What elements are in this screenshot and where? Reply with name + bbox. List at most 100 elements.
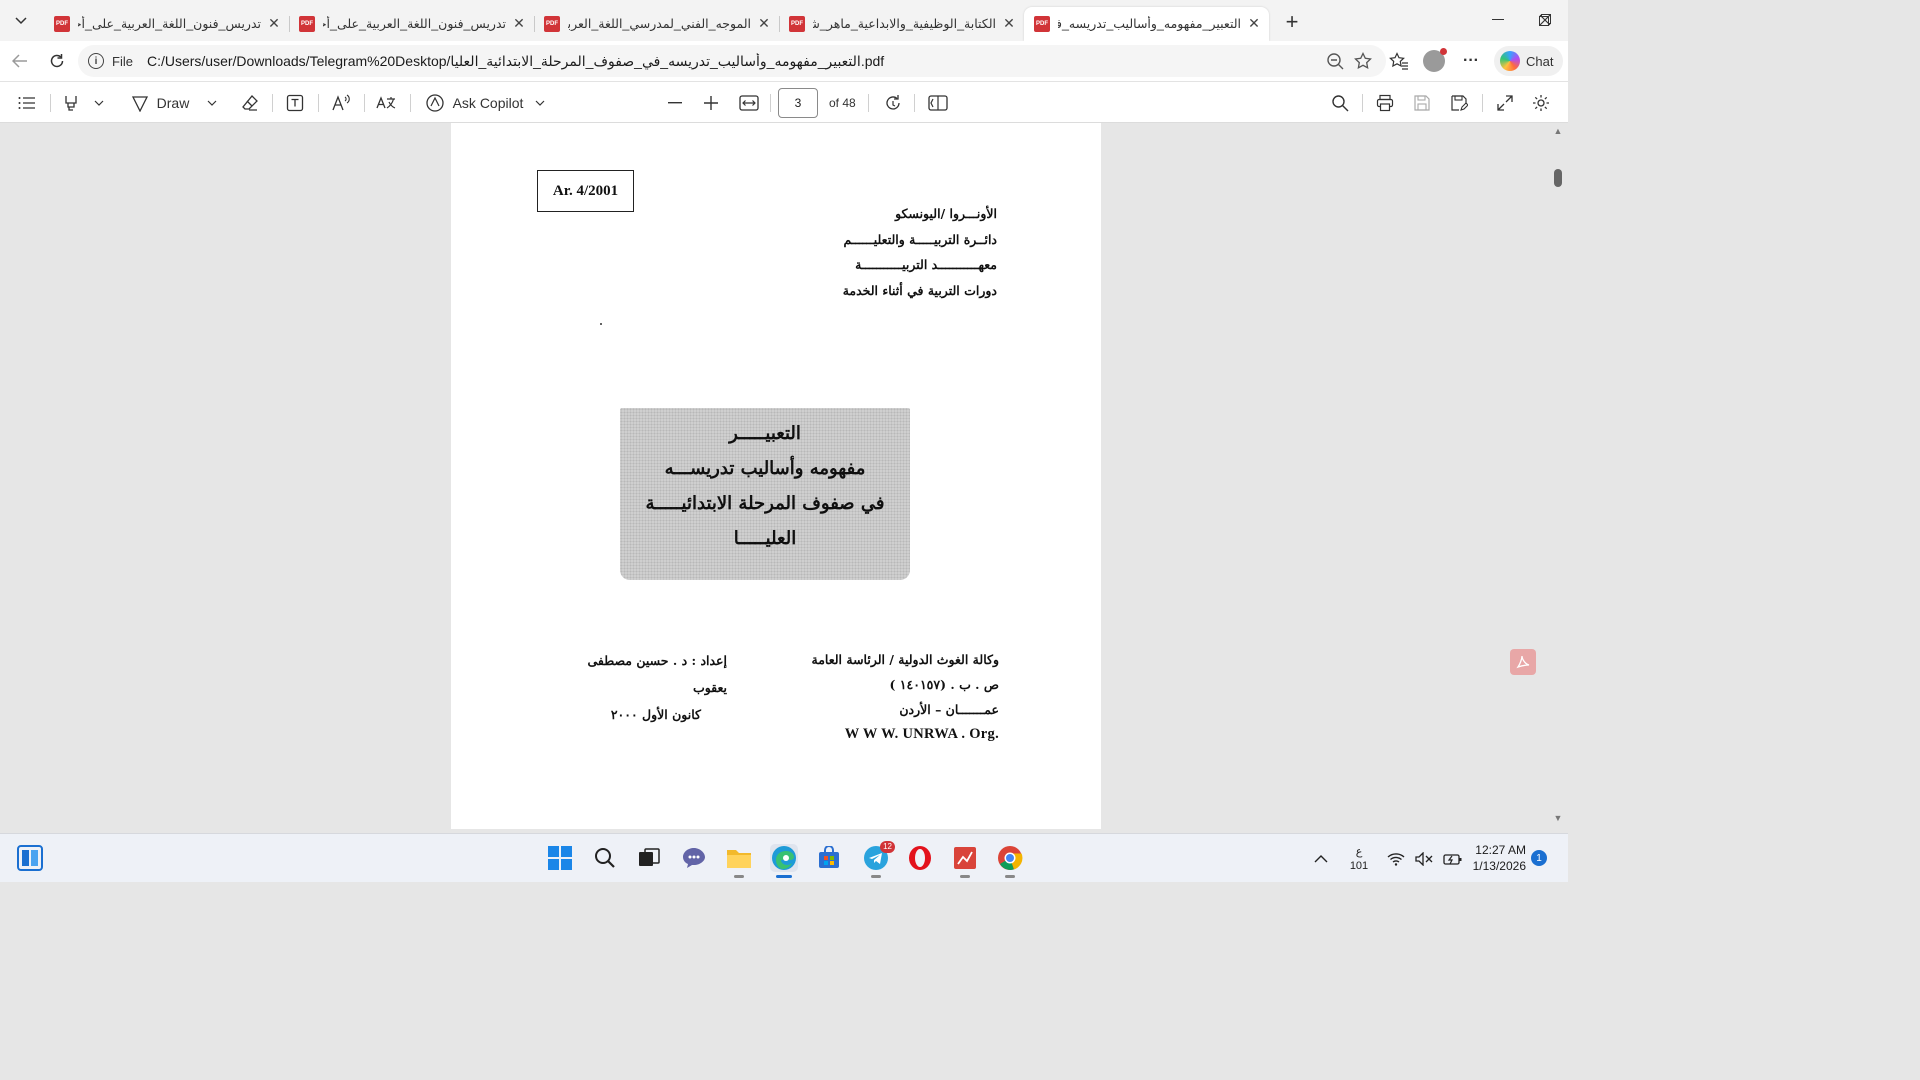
start-button[interactable] bbox=[546, 844, 574, 872]
pdf-viewer[interactable]: Ar. 4/2001 الأونـــروا /اليونسكو دائــرة… bbox=[0, 123, 1568, 833]
list-icon bbox=[18, 97, 35, 109]
fit-to-width-button[interactable] bbox=[736, 88, 762, 118]
pdf-file-icon: PDF bbox=[1034, 15, 1050, 32]
read-aloud-button[interactable] bbox=[328, 88, 354, 118]
search-button[interactable] bbox=[591, 844, 619, 872]
page-view-button[interactable] bbox=[925, 88, 951, 118]
keyboard-language-button[interactable]: ع 101 bbox=[1346, 834, 1372, 883]
agency-line: وكالة الغوث الدولية / الرئاسة العامة bbox=[811, 652, 1000, 667]
chevron-down-icon bbox=[535, 100, 545, 106]
pdf-app-icon bbox=[954, 847, 976, 869]
browser-tab[interactable]: PDF الكتابة_الوظيفية_والابداعية_ماهر_شعب… bbox=[779, 7, 1024, 41]
tab-close-icon[interactable]: ✕ bbox=[1002, 15, 1016, 32]
fit-width-icon bbox=[739, 95, 759, 111]
plus-icon: + bbox=[1285, 8, 1299, 34]
add-text-button[interactable] bbox=[282, 88, 308, 118]
browser-tab-active[interactable]: PDF التعبير_مفهومه_وأساليب_تدريسه_في ✕ bbox=[1024, 6, 1269, 41]
toolbar-divider bbox=[1362, 94, 1363, 112]
draw-label: Draw bbox=[156, 95, 190, 111]
info-icon[interactable]: i bbox=[88, 53, 104, 69]
scan-speck bbox=[600, 323, 602, 325]
teams-chat-button[interactable] bbox=[680, 844, 708, 872]
chevron-down-icon bbox=[15, 16, 27, 24]
fullscreen-button[interactable] bbox=[1492, 88, 1518, 118]
save-as-button[interactable] bbox=[1446, 88, 1472, 118]
agency-line: ص . ب . (١٤٠١٥٧ ) bbox=[889, 677, 999, 692]
notification-count-badge[interactable]: 1 bbox=[1531, 850, 1547, 866]
tab-actions-menu-button[interactable] bbox=[6, 6, 36, 36]
browser-tab[interactable]: PDF تدريس_فنون_اللغة_العربية_على_أحمد ✕ bbox=[289, 7, 534, 41]
zoom-out-icon[interactable] bbox=[1326, 52, 1344, 70]
browser-tab[interactable]: PDF الموجه_الفني_لمدرسي_اللغة_العربية_ة … bbox=[534, 7, 779, 41]
scrollbar-thumb[interactable] bbox=[1554, 169, 1562, 187]
rotate-button[interactable] bbox=[880, 88, 906, 118]
agency-line: عمـــــــان – الأردن bbox=[899, 702, 999, 717]
running-indicator bbox=[734, 875, 744, 878]
refresh-icon bbox=[50, 54, 64, 68]
file-explorer-button[interactable] bbox=[725, 844, 753, 878]
system-tray-status[interactable] bbox=[1387, 834, 1463, 883]
tab-title: تدريس_فنون_اللغة_العربية_على_أحمد bbox=[323, 17, 506, 31]
save-button[interactable] bbox=[1409, 88, 1435, 118]
find-button[interactable] bbox=[1327, 88, 1353, 118]
toolbar-divider bbox=[364, 94, 365, 112]
url-text[interactable]: C:/Users/user/Downloads/Telegram%20Deskt… bbox=[147, 53, 1326, 70]
widgets-button[interactable] bbox=[16, 844, 44, 872]
pdf-page: Ar. 4/2001 الأونـــروا /اليونسكو دائــرة… bbox=[451, 123, 1101, 829]
arrow-left-icon bbox=[12, 54, 27, 68]
widgets-icon bbox=[17, 845, 43, 871]
favorite-star-icon[interactable] bbox=[1354, 52, 1372, 70]
ask-copilot-label: Ask Copilot bbox=[452, 95, 524, 111]
telegram-unread-badge: 12 bbox=[880, 841, 895, 853]
address-input[interactable]: i File C:/Users/user/Downloads/Telegram%… bbox=[78, 45, 1386, 77]
show-hidden-icons-button[interactable] bbox=[1314, 834, 1328, 883]
opera-button[interactable] bbox=[906, 844, 934, 872]
favorites-button[interactable] bbox=[1387, 45, 1411, 77]
browser-tab[interactable]: PDF تدريس_فنون_اللغة_العربية_على_أحمد ✕ bbox=[44, 7, 289, 41]
tab-close-icon[interactable]: ✕ bbox=[267, 15, 281, 32]
pdf-app-button[interactable] bbox=[951, 844, 979, 878]
close-window-button[interactable] bbox=[1522, 0, 1568, 40]
pdf-settings-button[interactable] bbox=[1528, 88, 1554, 118]
acrobat-icon[interactable] bbox=[1510, 649, 1536, 675]
page-view-icon bbox=[928, 95, 948, 111]
tab-close-icon[interactable]: ✕ bbox=[757, 15, 771, 32]
task-view-button[interactable] bbox=[635, 844, 663, 872]
chrome-button[interactable] bbox=[996, 844, 1024, 878]
vertical-scrollbar[interactable]: ▲ ▼ bbox=[1552, 123, 1564, 829]
ask-copilot-button[interactable]: Ask Copilot bbox=[422, 88, 548, 118]
zoom-in-button[interactable] bbox=[698, 88, 724, 118]
microsoft-store-button[interactable] bbox=[815, 844, 843, 872]
clock-time: 12:27 AM bbox=[1475, 843, 1526, 857]
rotate-icon bbox=[886, 95, 900, 110]
eraser-icon bbox=[242, 95, 258, 111]
title-line: العليـــــا bbox=[733, 528, 797, 549]
clock-button[interactable]: 12:27 AM 1/13/2026 bbox=[1470, 842, 1526, 874]
translate-button[interactable] bbox=[373, 88, 399, 118]
highlight-button[interactable] bbox=[58, 88, 108, 118]
toolbar-divider bbox=[50, 94, 51, 112]
copilot-chat-button[interactable]: Chat bbox=[1494, 45, 1564, 77]
settings-more-button[interactable]: ··· bbox=[1460, 45, 1482, 77]
tab-close-icon[interactable]: ✕ bbox=[512, 15, 526, 32]
telegram-button[interactable]: 12 bbox=[862, 841, 895, 878]
zoom-out-button[interactable] bbox=[662, 88, 688, 118]
search-icon bbox=[1332, 95, 1349, 112]
draw-button[interactable]: Draw bbox=[126, 88, 222, 118]
contents-button[interactable] bbox=[14, 88, 40, 118]
erase-button[interactable] bbox=[236, 88, 264, 118]
edge-button[interactable] bbox=[770, 844, 798, 878]
profile-button[interactable] bbox=[1422, 45, 1447, 77]
minimize-button[interactable] bbox=[1475, 0, 1521, 40]
refresh-button[interactable] bbox=[41, 45, 73, 77]
back-button[interactable] bbox=[4, 45, 36, 77]
minus-icon bbox=[668, 102, 682, 104]
chat-label: Chat bbox=[1526, 53, 1554, 69]
tab-close-icon[interactable]: ✕ bbox=[1247, 15, 1261, 32]
page-number-input[interactable]: 3 bbox=[778, 88, 818, 118]
new-tab-button[interactable]: + bbox=[1277, 7, 1307, 37]
scroll-up-arrow-icon[interactable]: ▲ bbox=[1552, 126, 1564, 136]
print-button[interactable] bbox=[1372, 88, 1398, 118]
favorites-list-icon bbox=[1389, 52, 1408, 70]
scroll-down-arrow-icon[interactable]: ▼ bbox=[1552, 813, 1564, 823]
